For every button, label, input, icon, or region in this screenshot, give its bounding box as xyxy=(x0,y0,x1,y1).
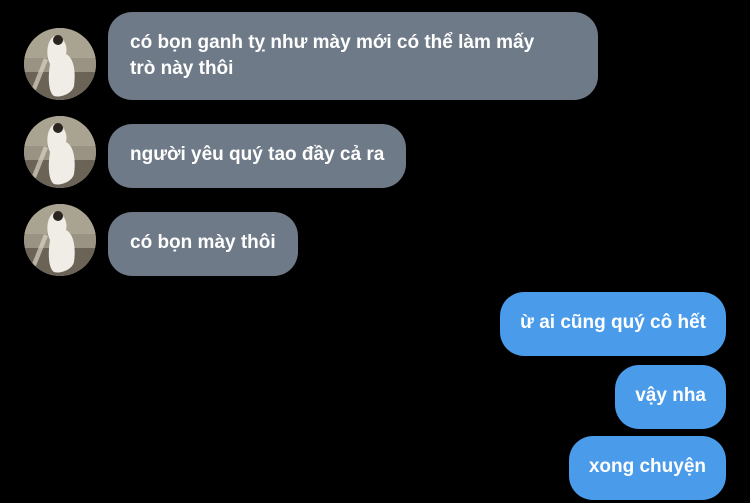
avatar[interactable] xyxy=(24,28,96,100)
avatar-photo xyxy=(24,116,96,188)
message-text: có bọn ganh tỵ như mày mới có thể làm mấ… xyxy=(130,32,535,53)
outgoing-message-bubble[interactable]: xong chuyện xyxy=(568,436,726,500)
message-text: trò này thôi xyxy=(130,58,234,79)
incoming-message-bubble[interactable]: có bọn ganh tỵ như mày mới có thể làm mấ… xyxy=(108,12,598,100)
avatar-photo xyxy=(24,28,96,100)
avatar-photo xyxy=(24,204,96,276)
avatar[interactable] xyxy=(24,204,96,276)
message-text: có bọn mày thôi xyxy=(130,232,276,253)
message-text: xong chuyện xyxy=(588,456,706,477)
outgoing-message-bubble[interactable]: ừ ai cũng quý cô hết xyxy=(500,292,726,356)
incoming-message-bubble[interactable]: có bọn mày thôi xyxy=(108,212,298,276)
message-text: người yêu quý tao đầy cả ra xyxy=(130,144,385,165)
outgoing-message-bubble[interactable]: vậy nha xyxy=(615,365,726,429)
message-text: vậy nha xyxy=(635,385,706,406)
message-text: ừ ai cũng quý cô hết xyxy=(520,312,706,333)
incoming-message-bubble[interactable]: người yêu quý tao đầy cả ra xyxy=(108,124,407,188)
avatar[interactable] xyxy=(24,116,96,188)
